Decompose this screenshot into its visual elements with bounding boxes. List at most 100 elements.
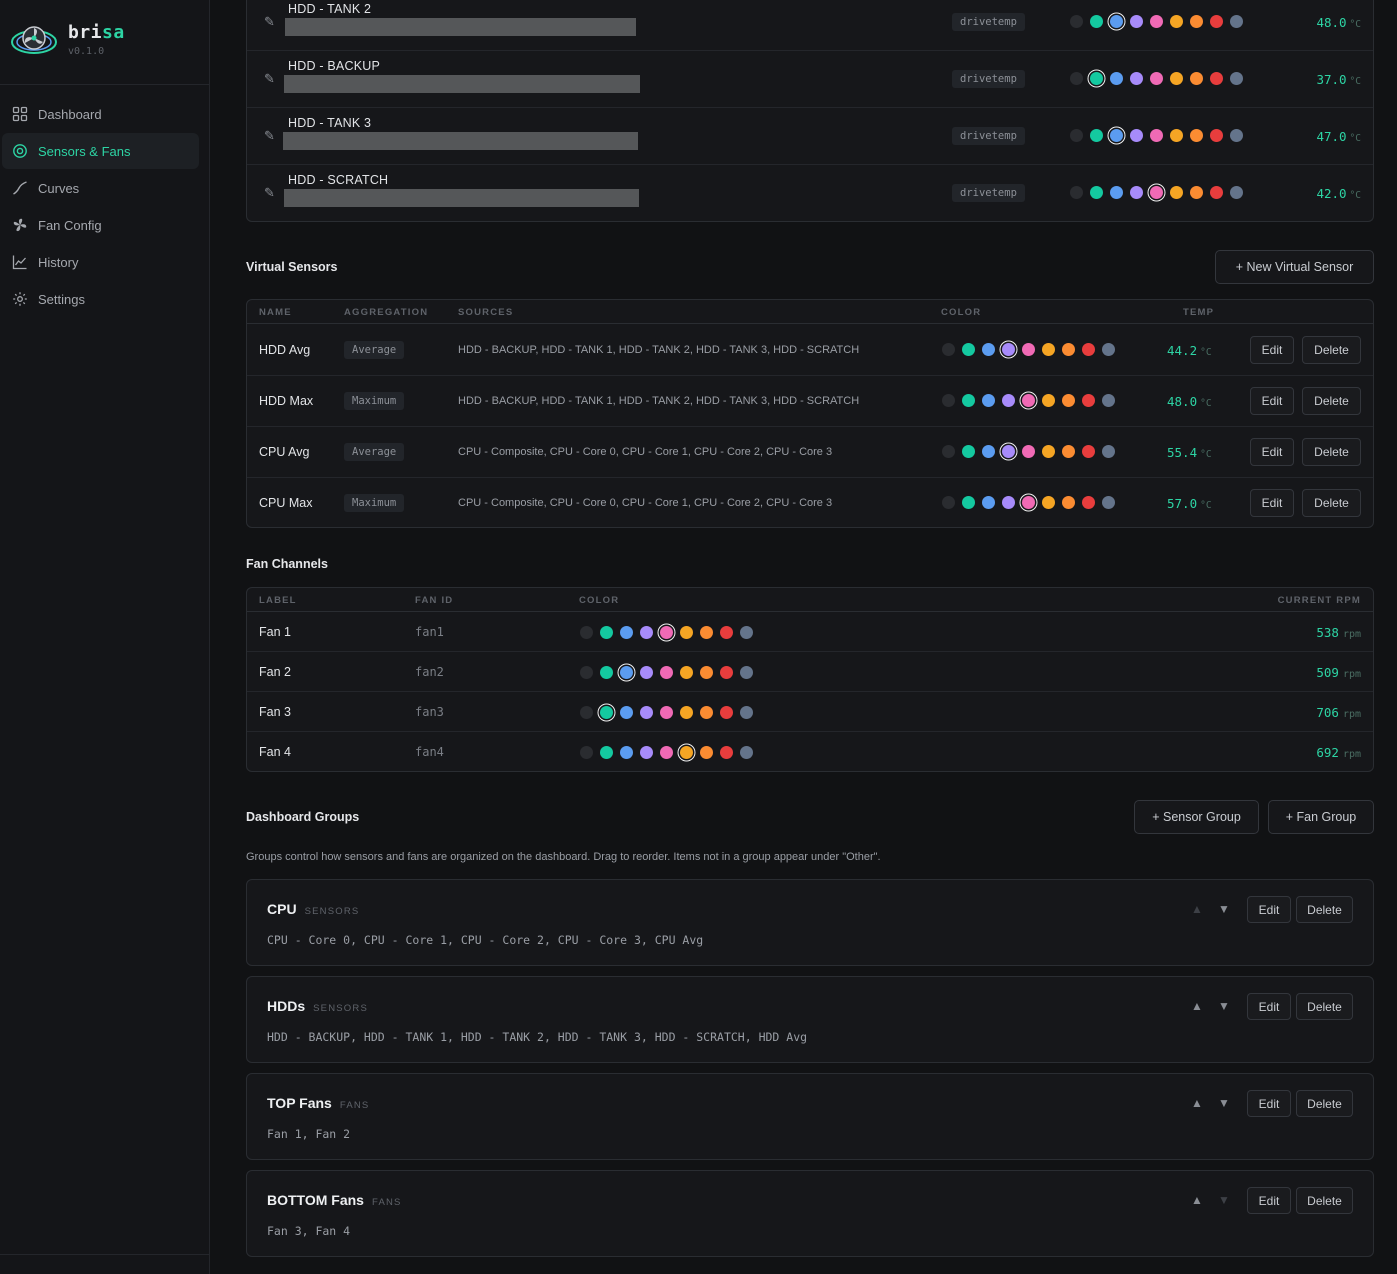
nav-item-fan-config[interactable]: Fan Config	[2, 207, 199, 243]
color-swatch-none[interactable]	[1070, 129, 1083, 142]
color-swatch-pink[interactable]	[660, 706, 673, 719]
color-swatch-red[interactable]	[1210, 129, 1223, 142]
move-up-arrow-icon[interactable]: ▲	[1191, 902, 1203, 916]
color-swatch-slate[interactable]	[740, 746, 753, 759]
nav-item-sensors-fans[interactable]: Sensors & Fans	[2, 133, 199, 169]
color-swatch-blue[interactable]	[620, 706, 633, 719]
color-swatch-none[interactable]	[580, 626, 593, 639]
edit-button[interactable]: Edit	[1247, 1090, 1291, 1117]
color-swatch-amber[interactable]	[1042, 394, 1055, 407]
color-swatch-red[interactable]	[720, 706, 733, 719]
color-swatch-teal[interactable]	[962, 343, 975, 356]
color-swatch-pink[interactable]	[1150, 129, 1163, 142]
color-swatch-teal[interactable]	[1090, 129, 1103, 142]
move-down-arrow-icon[interactable]: ▼	[1218, 999, 1230, 1013]
sensor-label[interactable]: HDD - SCRATCH	[288, 173, 388, 187]
color-swatch-orange[interactable]	[700, 666, 713, 679]
color-swatch-orange[interactable]	[1062, 343, 1075, 356]
color-swatch-slate[interactable]	[740, 626, 753, 639]
dashboard-group-card[interactable]: HDDs SENSORS HDD - BACKUP, HDD - TANK 1, H…	[246, 976, 1374, 1063]
color-swatch-orange[interactable]	[700, 626, 713, 639]
edit-button[interactable]: Edit	[1250, 387, 1294, 415]
add-sensor-group-button[interactable]: + Sensor Group	[1134, 800, 1259, 834]
color-swatch-none[interactable]	[942, 394, 955, 407]
color-swatch-violet[interactable]	[640, 626, 653, 639]
color-swatch-amber[interactable]	[1042, 445, 1055, 458]
color-swatch-amber[interactable]	[1170, 186, 1183, 199]
brand[interactable]: brisa v0.1.0	[10, 20, 124, 60]
color-swatch-blue[interactable]	[982, 394, 995, 407]
color-swatch-slate[interactable]	[1102, 445, 1115, 458]
color-swatch-amber[interactable]	[680, 626, 693, 639]
color-swatch-violet[interactable]	[1002, 496, 1015, 509]
color-swatch-blue[interactable]	[982, 445, 995, 458]
color-swatch-red[interactable]	[1082, 394, 1095, 407]
color-swatch-pink[interactable]	[1150, 15, 1163, 28]
color-swatch-orange[interactable]	[1190, 129, 1203, 142]
color-swatch-blue[interactable]	[1110, 72, 1123, 85]
delete-button[interactable]: Delete	[1302, 438, 1361, 466]
color-swatch-red[interactable]	[1210, 186, 1223, 199]
delete-button[interactable]: Delete	[1302, 336, 1361, 364]
color-swatch-none[interactable]	[942, 445, 955, 458]
color-swatch-pink[interactable]	[1022, 445, 1035, 458]
color-swatch-teal[interactable]	[600, 746, 613, 759]
move-down-arrow-icon[interactable]: ▼	[1218, 902, 1230, 916]
color-swatch-orange[interactable]	[1062, 394, 1075, 407]
color-swatch-slate[interactable]	[740, 666, 753, 679]
color-swatch-pink[interactable]	[1022, 496, 1035, 509]
color-swatch-slate[interactable]	[1102, 343, 1115, 356]
delete-button[interactable]: Delete	[1302, 489, 1361, 517]
edit-pencil-icon[interactable]: ✎	[264, 14, 275, 30]
color-swatch-orange[interactable]	[1190, 15, 1203, 28]
color-swatch-blue[interactable]	[982, 496, 995, 509]
edit-button[interactable]: Edit	[1250, 336, 1294, 364]
color-swatch-red[interactable]	[720, 626, 733, 639]
color-swatch-none[interactable]	[1070, 186, 1083, 199]
dashboard-group-card[interactable]: CPU SENSORS CPU - Core 0, CPU - Core 1, CP…	[246, 879, 1374, 966]
edit-button[interactable]: Edit	[1250, 438, 1294, 466]
color-swatch-slate[interactable]	[1230, 72, 1243, 85]
color-swatch-teal[interactable]	[600, 666, 613, 679]
color-swatch-amber[interactable]	[680, 706, 693, 719]
color-swatch-none[interactable]	[1070, 15, 1083, 28]
move-down-arrow-icon[interactable]: ▼	[1218, 1096, 1230, 1110]
color-swatch-teal[interactable]	[962, 445, 975, 458]
color-swatch-amber[interactable]	[1042, 496, 1055, 509]
color-swatch-none[interactable]	[942, 343, 955, 356]
nav-item-curves[interactable]: Curves	[2, 170, 199, 206]
edit-button[interactable]: Edit	[1247, 993, 1291, 1020]
delete-button[interactable]: Delete	[1296, 993, 1353, 1020]
color-swatch-violet[interactable]	[640, 666, 653, 679]
color-swatch-teal[interactable]	[1090, 72, 1103, 85]
color-swatch-red[interactable]	[1210, 72, 1223, 85]
color-swatch-blue[interactable]	[620, 666, 633, 679]
nav-item-history[interactable]: History	[2, 244, 199, 280]
color-swatch-blue[interactable]	[982, 343, 995, 356]
color-swatch-amber[interactable]	[1170, 15, 1183, 28]
nav-item-dashboard[interactable]: Dashboard	[2, 96, 199, 132]
color-swatch-slate[interactable]	[1230, 129, 1243, 142]
color-swatch-amber[interactable]	[680, 666, 693, 679]
color-swatch-red[interactable]	[1210, 15, 1223, 28]
color-swatch-slate[interactable]	[1102, 394, 1115, 407]
edit-button[interactable]: Edit	[1247, 896, 1291, 923]
color-swatch-pink[interactable]	[1022, 394, 1035, 407]
color-swatch-red[interactable]	[720, 746, 733, 759]
sensor-label[interactable]: HDD - TANK 3	[288, 116, 371, 130]
color-swatch-violet[interactable]	[1130, 186, 1143, 199]
color-swatch-blue[interactable]	[1110, 129, 1123, 142]
color-swatch-red[interactable]	[1082, 343, 1095, 356]
edit-pencil-icon[interactable]: ✎	[264, 71, 275, 87]
sensor-label[interactable]: HDD - BACKUP	[288, 59, 380, 73]
delete-button[interactable]: Delete	[1302, 387, 1361, 415]
color-swatch-blue[interactable]	[620, 746, 633, 759]
color-swatch-red[interactable]	[1082, 445, 1095, 458]
delete-button[interactable]: Delete	[1296, 1090, 1353, 1117]
color-swatch-violet[interactable]	[640, 706, 653, 719]
color-swatch-slate[interactable]	[1230, 15, 1243, 28]
color-swatch-pink[interactable]	[1150, 72, 1163, 85]
color-swatch-violet[interactable]	[1002, 343, 1015, 356]
color-swatch-violet[interactable]	[640, 746, 653, 759]
color-swatch-blue[interactable]	[620, 626, 633, 639]
